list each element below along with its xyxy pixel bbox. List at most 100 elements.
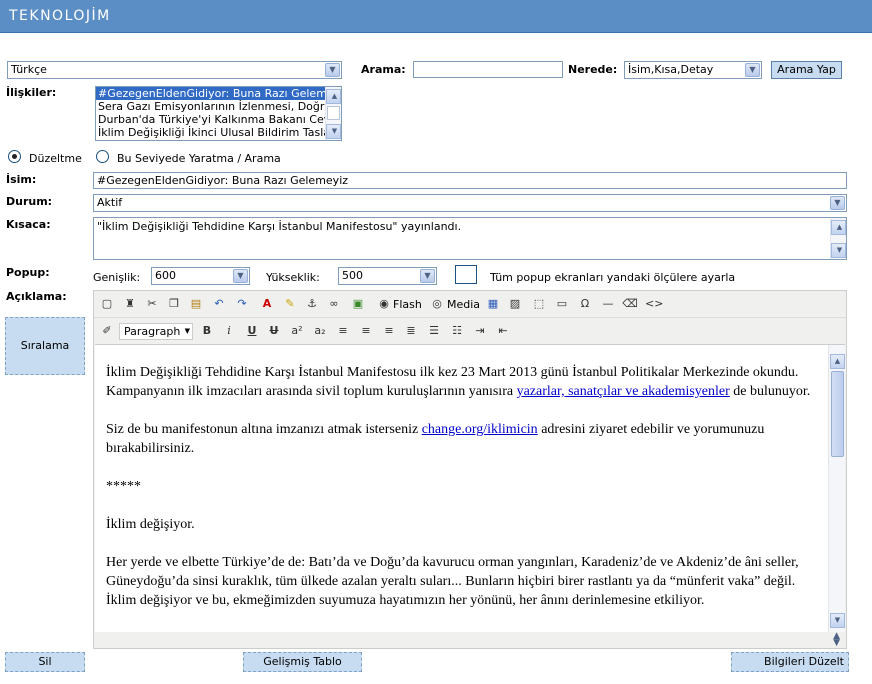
- html-source-icon[interactable]: <>: [645, 296, 663, 312]
- superscript-icon[interactable]: a²: [289, 323, 305, 339]
- app-logo: TEKNOLOJİM: [9, 8, 111, 24]
- sort-button[interactable]: Sıralama: [5, 317, 85, 375]
- format-select[interactable]: Paragraph ▼: [119, 323, 193, 340]
- scroll-up-icon[interactable]: ▲: [831, 220, 846, 235]
- hr-icon[interactable]: —: [600, 296, 616, 312]
- search-input[interactable]: [413, 61, 563, 78]
- image-icon[interactable]: ▣: [350, 296, 366, 312]
- chevron-down-icon: ▼: [745, 63, 760, 77]
- scroll-up-icon[interactable]: ▲: [326, 89, 341, 104]
- search-where-select[interactable]: İsim,Kısa,Detay ▼: [624, 61, 762, 79]
- scroll-thumb[interactable]: [831, 371, 844, 457]
- copy-icon[interactable]: ❐: [166, 296, 182, 312]
- search-button[interactable]: Arama Yap: [771, 61, 842, 79]
- eraser-icon[interactable]: ⌫: [622, 296, 638, 312]
- bullet-list-icon[interactable]: ☰: [426, 323, 442, 339]
- strikethrough-icon[interactable]: U: [266, 323, 282, 339]
- scroll-down-icon[interactable]: ▼: [326, 124, 341, 139]
- content-paragraph: İklim Değişikliği Tehdidine Karşı İstanb…: [106, 365, 811, 399]
- list-item[interactable]: İklim Değişikliği İkinci Ulusal Bildirim…: [96, 126, 341, 139]
- scroll-down-icon[interactable]: ▼: [830, 613, 845, 628]
- layer-icon[interactable]: ▭: [554, 296, 570, 312]
- bold-icon[interactable]: B: [199, 323, 215, 339]
- advanced-table-button[interactable]: Gelişmiş Tablo: [243, 652, 362, 672]
- align-right-icon[interactable]: ≡: [381, 323, 397, 339]
- editor-content-area[interactable]: İklim Değişikliği Tehdidine Karşı İstanb…: [95, 344, 845, 632]
- content-paragraph: İklim değişiyor.: [106, 517, 195, 532]
- text-color-icon[interactable]: A: [259, 296, 275, 312]
- popup-width-select[interactable]: 600 ▼: [151, 267, 250, 285]
- editor-toolbar-1: ▢ ♜ ✂ ❐ ▤ ↶ ↷ A ✎ ⚓ ∞ ▣ ◉ Flash ◎ Media …: [94, 291, 846, 318]
- name-label: İsim:: [6, 173, 37, 186]
- list-item[interactable]: #GezegenEldenGidiyor: Buna Razı Gelemeyi…: [96, 87, 341, 100]
- editor-content[interactable]: İklim Değişikliği Tehdidine Karşı İstanb…: [106, 363, 821, 629]
- create-mode-radio[interactable]: [96, 150, 109, 163]
- edit-mode-radio[interactable]: [8, 150, 21, 163]
- italic-icon[interactable]: i: [221, 323, 237, 339]
- apply-all-checkbox[interactable]: [455, 265, 477, 284]
- content-paragraph: Siz de bu manifestonun altına imzanızı a…: [106, 422, 765, 456]
- flash-icon[interactable]: ◉: [376, 296, 392, 312]
- underline-icon[interactable]: U: [244, 323, 260, 339]
- find-icon[interactable]: ♜: [122, 296, 138, 312]
- link-icon[interactable]: ∞: [326, 296, 342, 312]
- numbered-list-icon[interactable]: ☷: [449, 323, 465, 339]
- relations-label: İlişkiler:: [6, 86, 57, 99]
- short-label: Kısaca:: [6, 218, 51, 231]
- editor-scrollbar[interactable]: ▲ ▼: [828, 345, 845, 632]
- scroll-thumb[interactable]: [327, 106, 340, 120]
- subscript-icon[interactable]: a₂: [312, 323, 328, 339]
- align-left-icon[interactable]: ≡: [335, 323, 351, 339]
- table-props-icon[interactable]: ▨: [507, 296, 523, 312]
- short-textarea[interactable]: "İklim Değişikliği Tehdidine Karşı İstan…: [93, 217, 847, 260]
- anchor-icon[interactable]: ⚓: [304, 296, 320, 312]
- resize-arrows-icon[interactable]: ▲ ▼: [833, 632, 840, 648]
- scroll-up-icon[interactable]: ▲: [830, 354, 845, 369]
- media-icon[interactable]: ◎: [429, 296, 445, 312]
- edit-mode-label: Düzeltme: [29, 152, 82, 165]
- status-label: Durum:: [6, 195, 53, 208]
- chevron-down-icon: ▼: [830, 196, 845, 210]
- signatories-link[interactable]: yazarlar, sanatçılar ve akademisyenler: [517, 384, 730, 399]
- apply-all-label: Tüm popup ekranları yandaki ölçülere aya…: [490, 271, 736, 284]
- change-org-link[interactable]: change.org/iklimicin: [422, 422, 538, 437]
- list-item[interactable]: Durban'da Türkiye'yi Kalkınma Bakanı Cev…: [96, 113, 341, 126]
- list-item[interactable]: Sera Gazı Emisyonlarının İzlenmesi, Doğr…: [96, 100, 341, 113]
- name-input[interactable]: #GezegenEldenGidiyor: Buna Razı Gelemeyi…: [93, 172, 847, 189]
- scroll-down-icon[interactable]: ▼: [831, 243, 846, 258]
- relations-listbox[interactable]: #GezegenEldenGidiyor: Buna Razı Gelemeyi…: [95, 86, 342, 141]
- paste-icon[interactable]: ▤: [188, 296, 204, 312]
- outdent-icon[interactable]: ⇤: [495, 323, 511, 339]
- special-char-icon[interactable]: Ω: [577, 296, 593, 312]
- align-justify-icon[interactable]: ≣: [403, 323, 419, 339]
- create-mode-label: Bu Seviyede Yaratma / Arama: [117, 152, 281, 165]
- search-where-label: Nerede:: [568, 63, 618, 76]
- popup-height-select[interactable]: 500 ▼: [338, 267, 437, 285]
- edit-style-icon[interactable]: ✐: [99, 323, 115, 339]
- chevron-down-icon: ▼: [420, 269, 435, 283]
- fullscreen-icon[interactable]: ▢: [99, 296, 115, 312]
- undo-icon[interactable]: ↶: [211, 296, 227, 312]
- delete-button[interactable]: Sil: [5, 652, 85, 672]
- popup-width-label: Genişlik:: [93, 271, 141, 284]
- language-select[interactable]: Türkçe ▼: [7, 61, 342, 79]
- chevron-down-icon: ▼: [325, 63, 340, 77]
- media-label[interactable]: Media: [447, 298, 480, 311]
- search-label: Arama:: [361, 63, 406, 76]
- cut-icon[interactable]: ✂: [144, 296, 160, 312]
- visual-aid-icon[interactable]: ⬚: [531, 296, 547, 312]
- indent-icon[interactable]: ⇥: [472, 323, 488, 339]
- align-center-icon[interactable]: ≡: [358, 323, 374, 339]
- table-icon[interactable]: ▦: [485, 296, 501, 312]
- editor-status-bar: ▲ ▼: [94, 632, 846, 648]
- popup-label: Popup:: [6, 266, 50, 279]
- flash-label[interactable]: Flash: [393, 298, 422, 311]
- status-select[interactable]: Aktif ▼: [93, 194, 847, 212]
- relations-scrollbar[interactable]: ▲ ▼: [325, 87, 341, 140]
- redo-icon[interactable]: ↷: [234, 296, 250, 312]
- short-scrollbar[interactable]: ▲ ▼: [830, 218, 846, 259]
- highlight-icon[interactable]: ✎: [282, 296, 298, 312]
- top-bar: [0, 0, 872, 33]
- save-info-button[interactable]: Bilgileri Düzelt: [731, 652, 849, 672]
- description-label: Açıklama:: [6, 290, 67, 303]
